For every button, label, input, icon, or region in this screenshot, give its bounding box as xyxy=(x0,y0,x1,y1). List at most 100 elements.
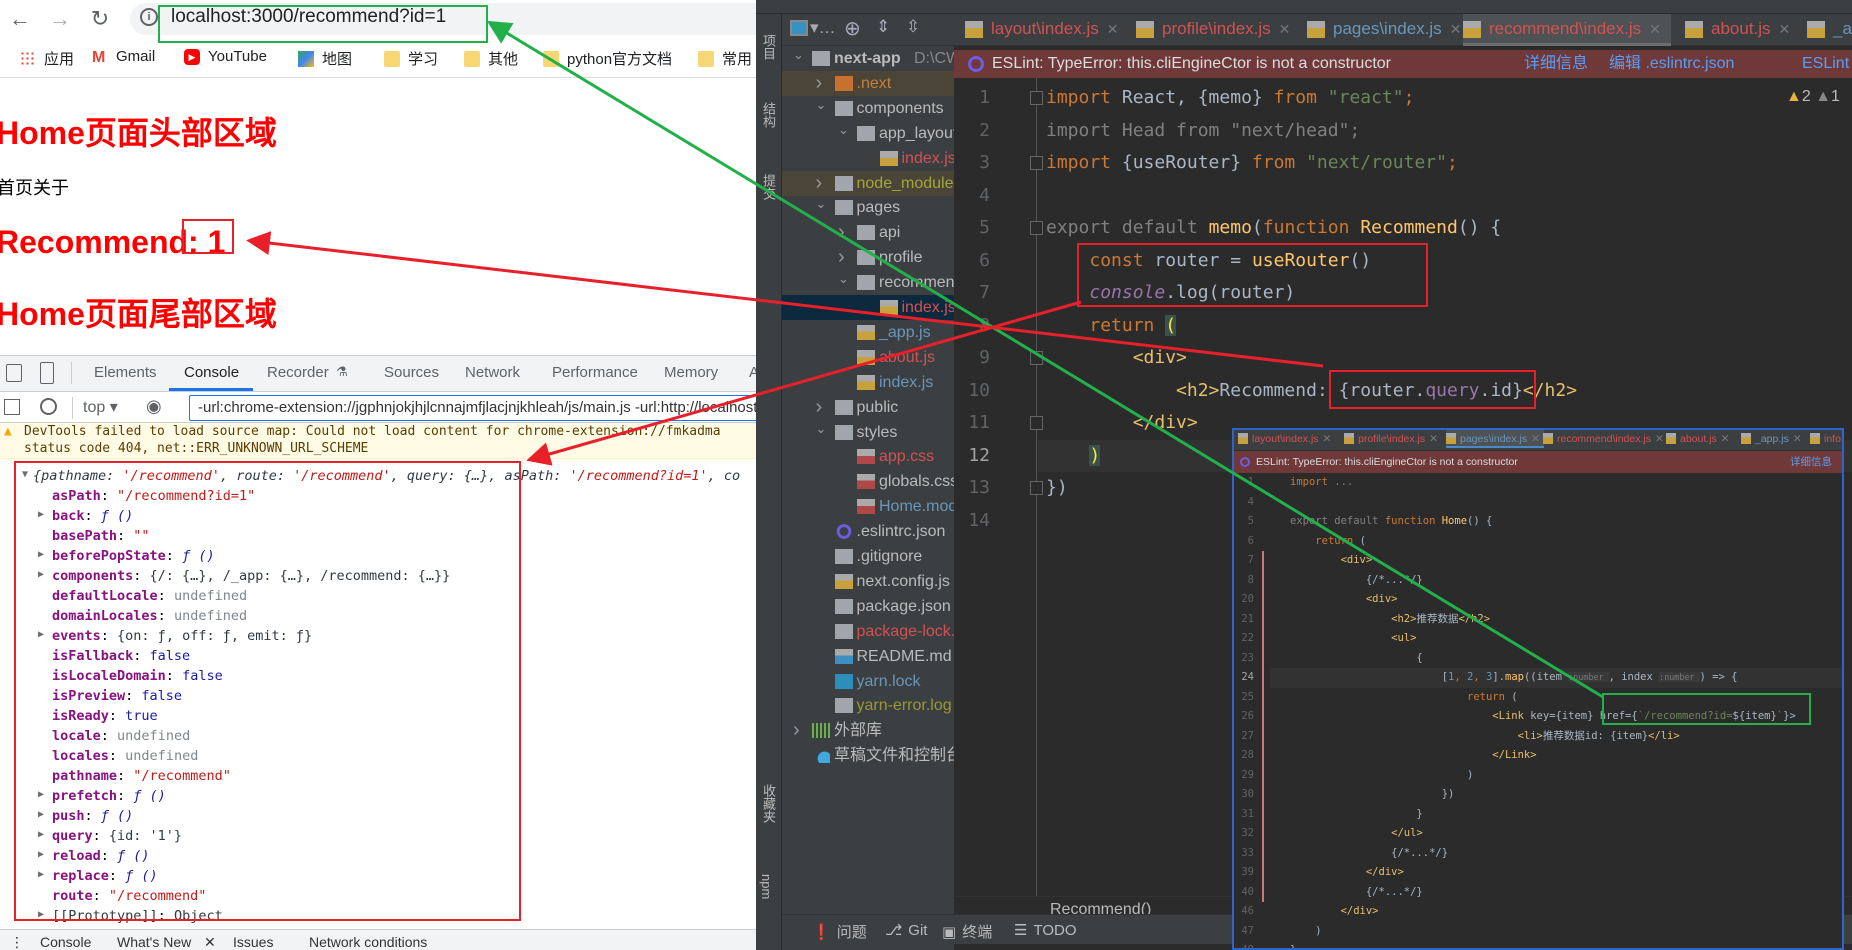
locate-icon[interactable]: ⊕ xyxy=(844,16,861,41)
inset-tab-6[interactable]: info xyxy=(1810,430,1841,448)
tree-item-app_layout[interactable]: ⌄ app_layout xyxy=(782,121,954,146)
code-line[interactable]: export default function Home() { xyxy=(1290,512,1492,532)
code-line[interactable]: return ( xyxy=(1290,688,1518,708)
tree-item-next[interactable]: › .next xyxy=(782,70,954,96)
close-whats-new-icon[interactable]: ✕ xyxy=(204,934,216,950)
inspect-element-icon[interactable] xyxy=(6,364,22,382)
tree-item-indexjs[interactable]: index.js xyxy=(782,146,954,171)
code-line[interactable]: <div> xyxy=(1290,590,1398,610)
expand-triangle-icon[interactable]: ▶ xyxy=(38,849,44,860)
bookmark-2[interactable]: ▶ YouTube xyxy=(184,48,267,65)
console-property-replace[interactable]: replace: ƒ () xyxy=(52,866,158,886)
code-line[interactable]: return ( xyxy=(1046,310,1177,342)
code-line[interactable]: import Head from "next/head"; xyxy=(1046,115,1360,147)
tree-item-public[interactable]: › public xyxy=(782,395,954,420)
bottom-tool-1[interactable]: ⎇ Git xyxy=(885,921,927,939)
side-tool-4[interactable]: npm xyxy=(759,874,774,899)
fold-marker-icon[interactable] xyxy=(1030,221,1043,235)
code-line[interactable]: import ... xyxy=(1290,473,1353,493)
editor-tab-5[interactable]: _ap xyxy=(1807,14,1852,46)
inset-tab-1[interactable]: profile\index.js ✕ xyxy=(1344,430,1438,448)
side-tool-0[interactable]: 项目 xyxy=(759,34,778,60)
tree-item-yarnerrorlog[interactable]: yarn-error.log xyxy=(782,693,954,718)
code-line[interactable]: </div> xyxy=(1290,863,1404,883)
inset-tab-2[interactable]: pages\index.js ✕ xyxy=(1446,430,1544,448)
expand-triangle-icon[interactable]: ▶ xyxy=(38,509,44,520)
expand-all-icon[interactable]: ⇕ xyxy=(876,17,890,37)
code-line[interactable]: <h2>Recommend: {router.query.id}</h2> xyxy=(1046,375,1577,407)
devtools-tab-sources[interactable]: Sources xyxy=(384,364,439,381)
drawer-tab-2[interactable]: Issues xyxy=(233,934,273,950)
project-view-icon[interactable] xyxy=(790,20,808,36)
reload-icon[interactable]: ↻ xyxy=(87,6,113,32)
sidebar-toggle-icon[interactable] xyxy=(4,399,20,415)
editor-tab-0[interactable]: layout\index.js ✕ xyxy=(965,14,1118,46)
console-property-events[interactable]: events: {on: ƒ, off: ƒ, emit: ƒ} xyxy=(52,626,312,646)
console-property-Prototype[interactable]: [[Prototype]]: Object xyxy=(52,906,223,926)
devtools-tab-console[interactable]: Console xyxy=(184,364,239,381)
chevron-right-icon[interactable]: › xyxy=(838,220,845,245)
tree-item-indexjs[interactable]: index.js xyxy=(782,370,954,395)
fold-marker-icon[interactable] xyxy=(1030,156,1043,170)
bookmark-6[interactable]: python官方文档 xyxy=(543,48,672,69)
code-line[interactable]: return ( xyxy=(1290,532,1366,552)
close-tab-icon[interactable]: ✕ xyxy=(1323,433,1332,445)
code-line[interactable]: {/*...*/} xyxy=(1290,883,1423,903)
tree-item-indexjs[interactable]: index.js xyxy=(782,295,954,320)
editor-tab-3[interactable]: recommend\index.js ✕ xyxy=(1463,14,1671,46)
inset-details-link[interactable]: 详细信息 xyxy=(1790,451,1832,473)
code-line[interactable]: const router = useRouter() xyxy=(1046,245,1371,277)
chevron-down-icon[interactable]: ⌄ xyxy=(816,191,827,216)
tree-item-aboutjs[interactable]: about.js xyxy=(782,345,954,370)
tree-item-packagejson[interactable]: package.json xyxy=(782,594,954,619)
inset-tab-4[interactable]: about.js ✕ xyxy=(1666,430,1730,448)
close-tab-icon[interactable]: ✕ xyxy=(1107,21,1119,37)
bookmark-3[interactable]: 地图 xyxy=(298,48,352,69)
bookmark-7[interactable]: 常用 xyxy=(698,48,752,69)
bookmark-0[interactable]: 应用 xyxy=(20,48,74,69)
tree-item-readmemd[interactable]: README.md xyxy=(782,644,954,669)
console-property-back[interactable]: back: ƒ () xyxy=(52,506,133,526)
dropdown-icon[interactable]: ▾… xyxy=(810,18,836,38)
tree-item-api[interactable]: › api xyxy=(782,220,954,245)
editor-tab-1[interactable]: profile\index.js ✕ xyxy=(1136,14,1290,46)
editor-tab-4[interactable]: about.js ✕ xyxy=(1685,14,1790,46)
drawer-tab-0[interactable]: Console xyxy=(40,934,91,950)
address-url[interactable]: localhost:3000/recommend?id=1 xyxy=(171,6,446,28)
expand-triangle-icon[interactable]: ▶ xyxy=(38,809,44,820)
tree-item-pages[interactable]: ⌄ pages xyxy=(782,195,954,220)
bookmark-4[interactable]: 学习 xyxy=(384,48,438,69)
close-tab-icon[interactable]: ✕ xyxy=(1655,433,1664,445)
back-arrow-icon[interactable]: ← xyxy=(7,6,33,32)
details-link[interactable]: 详细信息 xyxy=(1524,50,1588,78)
drawer-menu-icon[interactable]: ⋮ xyxy=(10,934,24,950)
code-line[interactable]: } xyxy=(1290,805,1422,825)
fold-marker-icon[interactable] xyxy=(1030,481,1043,495)
devtools-tab-recorder[interactable]: Recorder xyxy=(267,364,329,381)
drawer-tab-1[interactable]: What's New xyxy=(117,934,191,950)
code-line[interactable]: console.log(router) xyxy=(1046,277,1295,309)
side-tool-3[interactable]: 收藏夹 xyxy=(759,784,778,823)
tree-item-styles[interactable]: ⌄ styles xyxy=(782,420,954,445)
console-property-beforePopState[interactable]: beforePopState: ƒ () xyxy=(52,546,215,566)
console-property-push[interactable]: push: ƒ () xyxy=(52,806,133,826)
bottom-tool-2[interactable]: ▣ 终端 xyxy=(942,921,992,942)
expand-triangle-icon[interactable]: ▶ xyxy=(38,569,44,580)
close-tab-icon[interactable]: ✕ xyxy=(1531,433,1540,445)
live-expression-eye-icon[interactable]: ◉ xyxy=(146,396,162,417)
bookmark-5[interactable]: 其他 xyxy=(464,48,518,69)
tree-item-globalscss[interactable]: globals.css xyxy=(782,469,954,494)
code-line[interactable]: export default memo(function Recommend()… xyxy=(1046,212,1501,244)
expand-triangle-icon[interactable]: ▶ xyxy=(38,549,44,560)
tree-item-yarnlock[interactable]: yarn.lock xyxy=(782,669,954,694)
code-line[interactable]: import React, {memo} from "react"; xyxy=(1046,82,1414,114)
nav-links[interactable]: 首页关于 xyxy=(0,174,69,200)
tree-item-[interactable]: 草稿文件和控制台 xyxy=(782,743,954,768)
console-filter-input[interactable]: -url:chrome-extension://jgphnjokjhjlcnna… xyxy=(189,395,756,421)
bookmark-1[interactable]: M Gmail xyxy=(92,48,155,66)
devtools-tab-elements[interactable]: Elements xyxy=(94,364,157,381)
tree-item-gitignore[interactable]: .gitignore xyxy=(782,544,954,569)
chevron-down-icon[interactable]: ⌄ xyxy=(816,92,827,117)
code-line[interactable]: <div> xyxy=(1046,342,1187,374)
code-line[interactable]: ) xyxy=(1046,440,1101,472)
